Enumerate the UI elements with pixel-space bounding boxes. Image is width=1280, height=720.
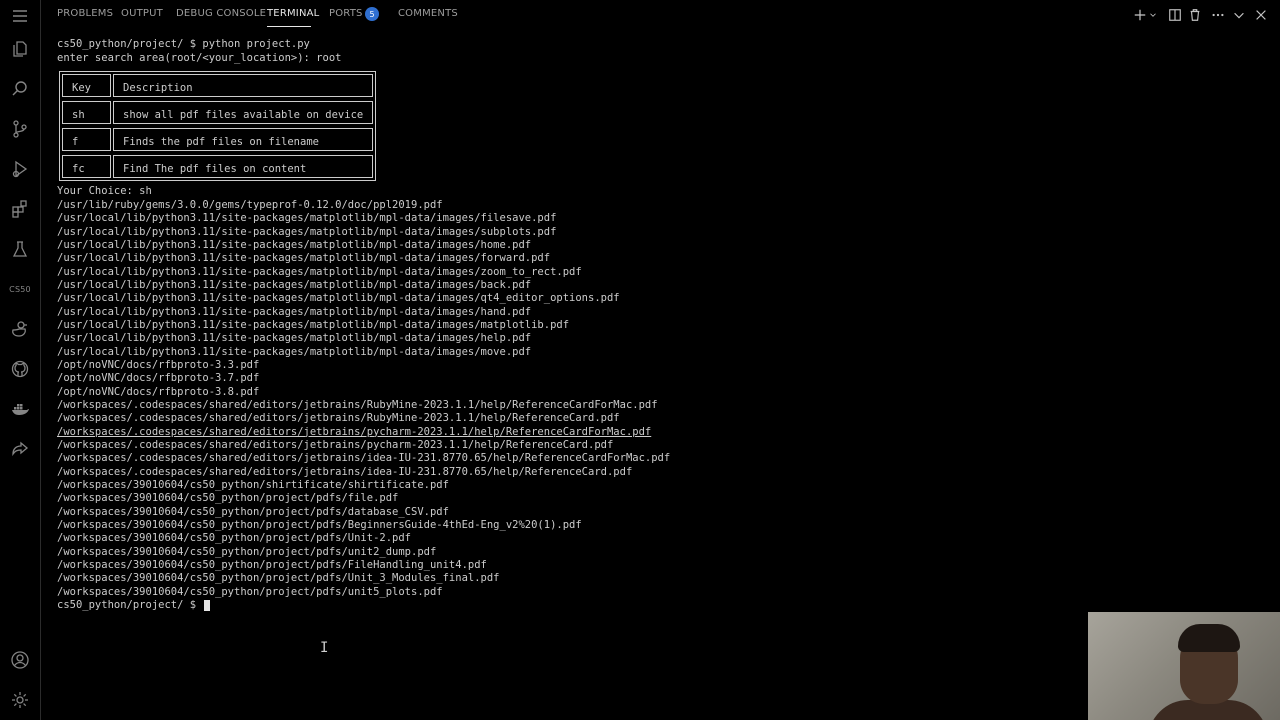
panel-header: PROBLEMS OUTPUT DEBUG CONSOLE TERMINAL P… [41, 0, 1280, 29]
result-line[interactable]: /opt/noVNC/docs/rfbproto-3.7.pdf [57, 372, 259, 385]
result-line[interactable]: /workspaces/39010604/cs50_python/project… [57, 572, 500, 585]
run-debug-icon[interactable] [8, 157, 32, 181]
table-cell: sh [62, 101, 111, 124]
result-line[interactable]: /usr/local/lib/python3.11/site-packages/… [57, 279, 531, 292]
result-line[interactable]: /usr/local/lib/python3.11/site-packages/… [57, 332, 531, 345]
command-line: cs50_python/project/ $ python project.py [57, 38, 310, 50]
result-line[interactable]: /workspaces/39010604/cs50_python/project… [57, 506, 449, 519]
table-cell: f [62, 128, 111, 151]
result-line[interactable]: /workspaces/39010604/cs50_python/project… [57, 546, 436, 559]
account-icon[interactable] [8, 648, 32, 672]
add-icon[interactable] [1132, 7, 1148, 23]
result-line[interactable]: /usr/local/lib/python3.11/site-packages/… [57, 306, 531, 319]
table-cell: show all pdf files available on device [113, 101, 373, 124]
split-icon[interactable] [1167, 7, 1183, 23]
cs50-label: CS50 [9, 284, 31, 294]
docker-icon[interactable] [8, 397, 32, 421]
table-cell: fc [62, 155, 111, 178]
table-cell-text: fc [72, 163, 85, 175]
table-header-cell: Description [113, 74, 373, 97]
table-cell-text: Description [123, 82, 193, 94]
final-prompt: cs50_python/project/ $ [57, 599, 203, 611]
table-cell-text: Finds the pdf files on filename [123, 136, 319, 148]
result-line[interactable]: /workspaces/39010604/cs50_python/shirtif… [57, 479, 449, 492]
ports-count-badge: 5 [365, 7, 379, 21]
result-line[interactable]: /usr/local/lib/python3.11/site-packages/… [57, 239, 531, 252]
activity-bar: CS50 [0, 0, 41, 720]
result-line[interactable]: /workspaces/39010604/cs50_python/project… [57, 532, 411, 545]
explorer-icon[interactable] [8, 37, 32, 61]
search-icon[interactable] [8, 77, 32, 101]
collapse-icon[interactable] [1231, 7, 1247, 23]
cs50-icon[interactable]: CS50 [8, 277, 32, 301]
table-cell-text: show all pdf files available on device [123, 109, 364, 121]
result-line[interactable]: /workspaces/39010604/cs50_python/project… [57, 519, 582, 532]
result-line[interactable]: /usr/local/lib/python3.11/site-packages/… [57, 252, 550, 265]
result-line[interactable]: /workspaces/39010604/cs50_python/project… [57, 586, 443, 599]
table-cell-text: f [72, 136, 79, 148]
result-line[interactable]: /workspaces/.codespaces/shared/editors/j… [57, 426, 651, 439]
more-icon[interactable] [1210, 7, 1226, 23]
result-line[interactable]: /opt/noVNC/docs/rfbproto-3.8.pdf [57, 386, 259, 399]
result-line[interactable]: /usr/local/lib/python3.11/site-packages/… [57, 266, 582, 279]
source-control-icon[interactable] [8, 117, 32, 141]
result-line[interactable]: /workspaces/.codespaces/shared/editors/j… [57, 399, 658, 412]
webcam-overlay [1088, 612, 1280, 720]
result-line[interactable]: /workspaces/39010604/cs50_python/project… [57, 492, 398, 505]
result-line[interactable]: /usr/local/lib/python3.11/site-packages/… [57, 346, 531, 359]
live-share-icon[interactable] [8, 437, 32, 461]
close-icon[interactable] [1253, 7, 1269, 23]
result-line[interactable]: /workspaces/39010604/cs50_python/project… [57, 559, 487, 572]
table-header-cell: Key [62, 74, 111, 97]
trash-icon[interactable] [1187, 7, 1203, 23]
result-line[interactable]: /usr/local/lib/python3.11/site-packages/… [57, 292, 620, 305]
result-line[interactable]: /workspaces/.codespaces/shared/editors/j… [57, 466, 632, 479]
result-line[interactable]: /usr/local/lib/python3.11/site-packages/… [57, 212, 556, 225]
chevron-down-icon[interactable] [1148, 7, 1158, 23]
table-cell: Finds the pdf files on filename [113, 128, 373, 151]
tab-problems[interactable]: PROBLEMS [57, 8, 113, 19]
choice-line: Your Choice: sh [57, 185, 152, 197]
duck-icon[interactable] [8, 317, 32, 341]
result-line[interactable]: /workspaces/.codespaces/shared/editors/j… [57, 439, 613, 452]
tab-debug-console[interactable]: DEBUG CONSOLE [176, 8, 266, 19]
tab-output[interactable]: OUTPUT [121, 8, 163, 19]
mouse-text-cursor: I [320, 640, 329, 656]
tab-terminal[interactable]: TERMINAL [267, 8, 319, 19]
result-line[interactable]: /workspaces/.codespaces/shared/editors/j… [57, 452, 670, 465]
table-cell-text: Find The pdf files on content [123, 163, 307, 175]
result-line[interactable]: /usr/local/lib/python3.11/site-packages/… [57, 226, 556, 239]
tab-comments[interactable]: COMMENTS [398, 8, 458, 19]
menu-icon[interactable] [8, 4, 32, 28]
active-tab-indicator [267, 26, 311, 27]
tab-ports[interactable]: PORTS [329, 8, 363, 19]
options-table: Key Description sh show all pdf files avail… [59, 71, 376, 181]
settings-icon[interactable] [8, 688, 32, 712]
github-icon[interactable] [8, 357, 32, 381]
table-cell: Find The pdf files on content [113, 155, 373, 178]
result-line[interactable]: /workspaces/.codespaces/shared/editors/j… [57, 412, 620, 425]
result-line[interactable]: /opt/noVNC/docs/rfbproto-3.3.pdf [57, 359, 259, 372]
search-prompt: enter search area(root/<your_location>):… [57, 52, 342, 64]
result-line[interactable]: /usr/local/lib/python3.11/site-packages/… [57, 319, 569, 332]
testing-icon[interactable] [8, 237, 32, 261]
terminal-cursor [204, 600, 210, 611]
table-cell-text: sh [72, 109, 85, 121]
table-cell-text: Key [72, 82, 91, 94]
result-line[interactable]: /usr/lib/ruby/gems/3.0.0/gems/typeprof-0… [57, 199, 443, 212]
extensions-icon[interactable] [8, 197, 32, 221]
